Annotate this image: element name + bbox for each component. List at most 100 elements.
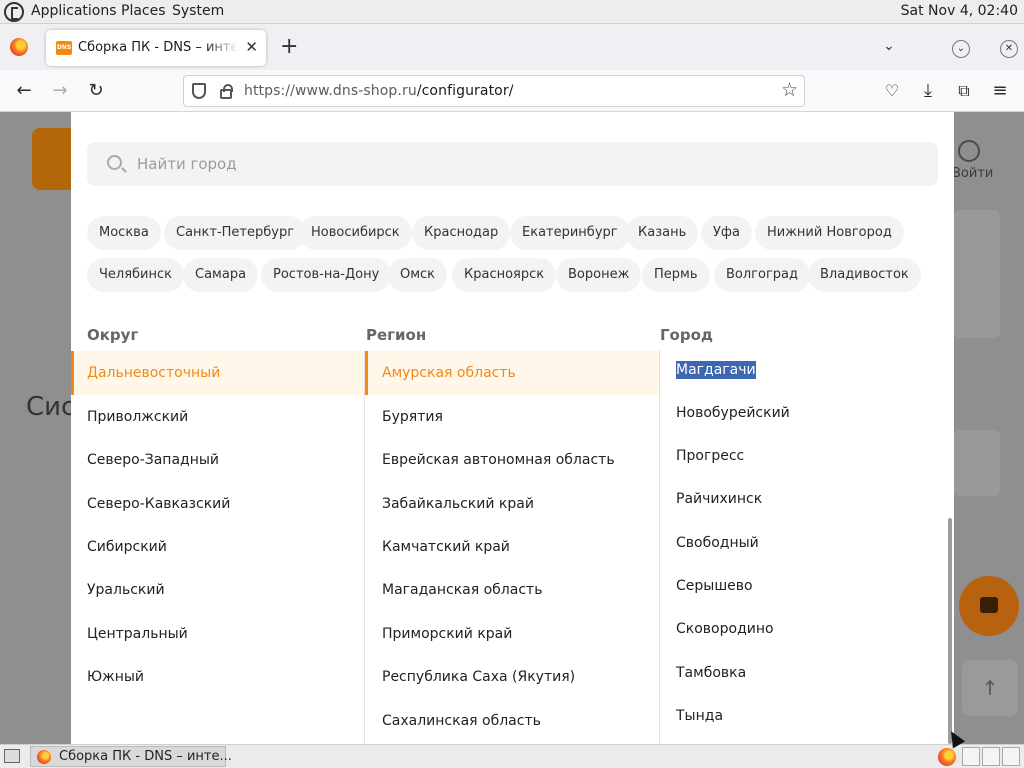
tab-dns-configurator[interactable]: DNS Сборка ПК - DNS – интернет магазин ✕ xyxy=(46,30,266,66)
taskbar-window-button[interactable]: Сборка ПК - DNS – инте... xyxy=(30,746,232,767)
new-tab-button[interactable]: + xyxy=(280,36,298,58)
city-list-scrollbar[interactable] xyxy=(948,518,952,744)
backdrop-card xyxy=(954,430,1000,496)
url-host: https://www.dns-shop.ru xyxy=(244,83,417,99)
popular-city-chip[interactable]: Омск xyxy=(388,258,448,292)
forward-arrow-icon[interactable]: → xyxy=(48,79,72,103)
login-link: Войти xyxy=(952,166,994,181)
chat-button[interactable] xyxy=(959,576,1019,636)
popular-city-chip[interactable]: Новосибирск xyxy=(299,216,412,250)
district-item[interactable]: Приволжский xyxy=(87,395,188,439)
column-divider xyxy=(364,350,365,744)
district-item[interactable]: Северо-Кавказский xyxy=(87,482,230,526)
url-text[interactable]: https://www.dns-shop.ru/configurator/ xyxy=(244,83,514,99)
city-item[interactable]: Свободный xyxy=(676,521,759,565)
bookmark-star-icon[interactable]: ☆ xyxy=(781,79,798,101)
city-item[interactable]: Сковородино xyxy=(676,607,774,651)
city-item[interactable]: Новобурейский xyxy=(676,391,790,435)
lock-icon[interactable] xyxy=(220,84,233,99)
city-select-modal: Москва Санкт-Петербург Новосибирск Красн… xyxy=(71,112,954,744)
city-search xyxy=(87,142,938,186)
workspace-2[interactable] xyxy=(982,747,1000,766)
firefox-tray-icon[interactable] xyxy=(938,748,956,766)
city-item[interactable]: Райчихинск xyxy=(676,477,762,521)
popular-city-chip[interactable]: Санкт-Петербург xyxy=(164,216,307,250)
popular-city-chip[interactable]: Красноярск xyxy=(452,258,557,292)
workspace-3[interactable] xyxy=(1002,747,1020,766)
popular-city-chip[interactable]: Нижний Новгород xyxy=(755,216,904,250)
city-item[interactable]: Серышево xyxy=(676,564,753,608)
top-panel: Applications Places System Sat Nov 4, 02… xyxy=(0,0,1024,24)
city-search-input[interactable] xyxy=(137,142,917,186)
popular-city-chip[interactable]: Пермь xyxy=(642,258,710,292)
bottom-panel: Сборка ПК - DNS – инте... xyxy=(0,744,1024,768)
show-desktop-icon[interactable] xyxy=(4,749,20,763)
popular-city-chip[interactable]: Москва xyxy=(87,216,161,250)
popular-city-chip[interactable]: Воронеж xyxy=(556,258,642,292)
district-item[interactable]: Северо-Западный xyxy=(87,438,219,482)
district-item[interactable]: Южный xyxy=(87,655,144,699)
page-heading: Сис xyxy=(26,392,76,422)
tracking-protection-shield-icon[interactable] xyxy=(192,83,206,99)
region-item[interactable]: Камчатский край xyxy=(382,525,510,569)
downloads-icon[interactable]: ⤓ xyxy=(916,79,940,103)
city-item-highlighted[interactable]: Магдагачи xyxy=(676,348,756,392)
district-column-header: Округ xyxy=(87,326,139,344)
popular-city-chip[interactable]: Казань xyxy=(626,216,699,250)
url-bar[interactable]: https://www.dns-shop.ru/configurator/ ☆ xyxy=(183,75,805,107)
popular-city-chip[interactable]: Екатеринбург xyxy=(510,216,630,250)
column-divider xyxy=(659,350,660,744)
search-icon xyxy=(107,155,122,170)
popular-city-chip[interactable]: Челябинск xyxy=(87,258,185,292)
city-item[interactable]: Тамбовка xyxy=(676,651,746,695)
scroll-up-button[interactable]: ↑ xyxy=(962,660,1018,716)
reload-icon[interactable]: ↻ xyxy=(84,79,108,103)
city-item[interactable]: Прогресс xyxy=(676,434,744,478)
popular-city-chip[interactable]: Уфа xyxy=(701,216,753,250)
popular-city-chip[interactable]: Ростов-на-Дону xyxy=(261,258,392,292)
district-item[interactable]: Уральский xyxy=(87,568,165,612)
system-menu[interactable]: System xyxy=(172,3,224,19)
tab-title: Сборка ПК - DNS – интернет магазин xyxy=(78,40,238,55)
region-item[interactable]: Еврейская автономная область xyxy=(382,438,615,482)
selected-city-text: Магдагачи xyxy=(676,361,756,379)
district-item[interactable]: Центральный xyxy=(87,612,188,656)
close-tab-icon[interactable]: ✕ xyxy=(245,38,258,56)
popular-city-chip[interactable]: Краснодар xyxy=(412,216,511,250)
popular-city-chip[interactable]: Владивосток xyxy=(808,258,921,292)
gnome-foot-icon[interactable] xyxy=(4,2,24,22)
applications-menu[interactable]: Applications xyxy=(31,3,117,19)
region-column-header: Регион xyxy=(366,326,427,344)
url-path: /configurator/ xyxy=(416,83,514,99)
district-item[interactable]: Сибирский xyxy=(87,525,167,569)
places-menu[interactable]: Places xyxy=(121,3,166,19)
pocket-icon[interactable]: ♡ xyxy=(880,79,904,103)
navigation-toolbar: ← → ↻ https://www.dns-shop.ru/configurat… xyxy=(0,70,1024,112)
region-item[interactable]: Сахалинская область xyxy=(382,699,541,743)
region-item[interactable]: Приморский край xyxy=(382,612,512,656)
region-item[interactable]: Забайкальский край xyxy=(382,482,534,526)
list-all-tabs-icon[interactable]: ⌄ xyxy=(883,38,895,54)
popular-city-chip[interactable]: Волгоград xyxy=(714,258,811,292)
region-item-selected[interactable]: Амурская область xyxy=(365,351,659,395)
dns-favicon-icon: DNS xyxy=(56,41,72,55)
clock[interactable]: Sat Nov 4, 02:40 xyxy=(901,3,1018,19)
taskbar-window-label: Сборка ПК - DNS – инте... xyxy=(59,749,232,764)
region-item[interactable]: Бурятия xyxy=(382,395,443,439)
city-item[interactable]: Тында xyxy=(676,694,723,738)
firefox-view-icon[interactable] xyxy=(10,38,28,56)
region-item[interactable]: Магаданская область xyxy=(382,568,542,612)
minimize-icon[interactable]: ⌄ xyxy=(952,40,970,58)
user-icon xyxy=(958,140,980,162)
backdrop-card xyxy=(954,210,1000,338)
city-column-header: Город xyxy=(660,326,714,344)
close-window-icon[interactable]: ✕ xyxy=(1000,40,1018,58)
popular-city-chip[interactable]: Самара xyxy=(183,258,259,292)
extensions-icon[interactable]: ⧉ xyxy=(952,79,976,103)
back-arrow-icon[interactable]: ← xyxy=(12,79,36,103)
tab-strip: DNS Сборка ПК - DNS – интернет магазин ✕… xyxy=(0,24,1024,70)
hamburger-menu-icon[interactable]: ≡ xyxy=(988,79,1012,103)
district-item-selected[interactable]: Дальневосточный xyxy=(71,351,364,395)
workspace-1[interactable] xyxy=(962,747,980,766)
region-item[interactable]: Республика Саха (Якутия) xyxy=(382,655,575,699)
